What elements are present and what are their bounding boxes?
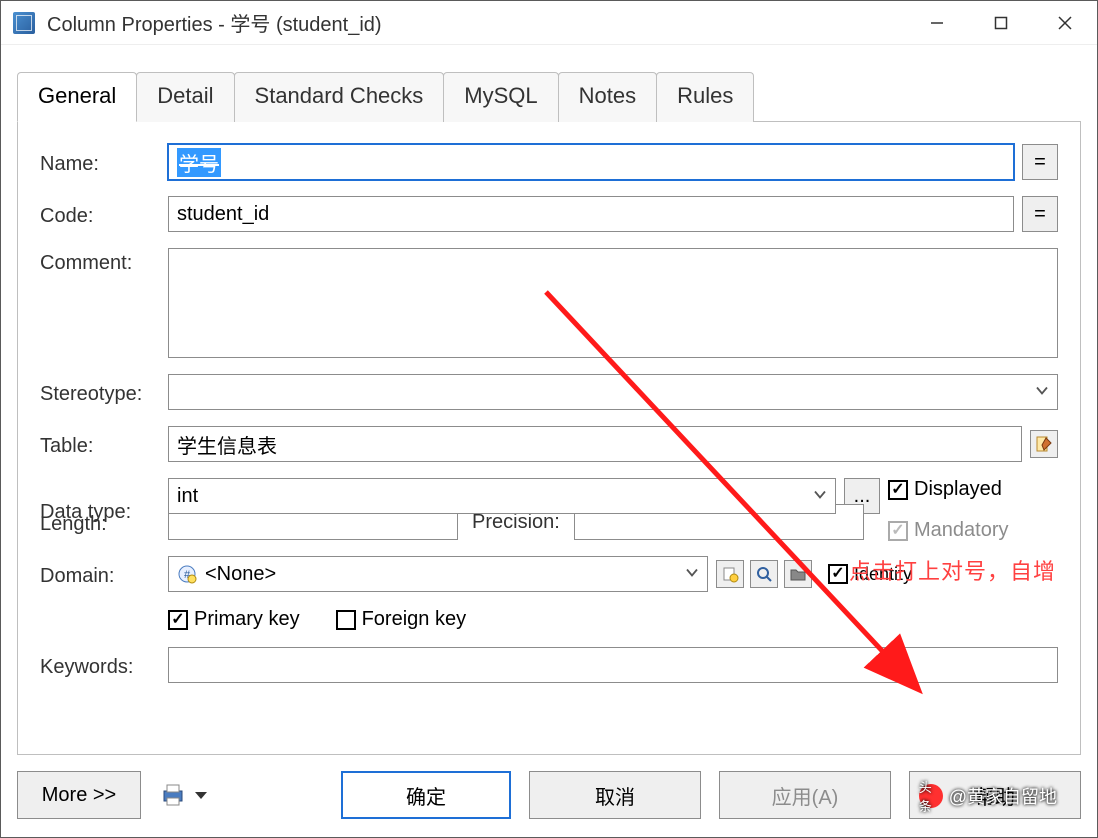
row-table: Table: (40, 426, 1058, 462)
tab-general[interactable]: General (17, 72, 137, 122)
data-type-value: int (177, 485, 198, 508)
app-icon (13, 12, 35, 34)
chevron-down-icon (1035, 381, 1049, 404)
dialog-content: General Detail Standard Checks MySQL Not… (1, 45, 1097, 837)
label-comment: Comment: (40, 248, 158, 275)
maximize-button[interactable] (969, 1, 1033, 44)
chevron-down-icon (813, 485, 827, 508)
tabs: General Detail Standard Checks MySQL Not… (17, 71, 1081, 122)
displayed-checkbox[interactable]: Displayed (888, 478, 1058, 501)
table-input[interactable] (168, 426, 1022, 462)
minimize-icon (930, 16, 944, 30)
tab-notes[interactable]: Notes (558, 72, 657, 122)
general-panel: Name: 学号 = Code: = Comment: (17, 122, 1081, 755)
row-name: Name: 学号 = (40, 144, 1058, 180)
chevron-down-icon (195, 792, 207, 799)
close-button[interactable] (1033, 1, 1097, 44)
table-properties-button[interactable] (1030, 430, 1058, 458)
tab-detail[interactable]: Detail (136, 72, 234, 122)
foreign-key-checkbox[interactable]: Foreign key (336, 608, 467, 631)
primary-key-checkbox[interactable]: Primary key (168, 608, 300, 631)
more-button[interactable]: More >> (17, 771, 141, 819)
close-icon (1057, 15, 1073, 31)
name-sync-button[interactable]: = (1022, 144, 1058, 180)
tab-rules[interactable]: Rules (656, 72, 754, 122)
keywords-input[interactable] (168, 647, 1058, 683)
window-title: Column Properties - 学号 (student_id) (47, 8, 905, 37)
domain-properties-button[interactable] (784, 560, 812, 588)
page-pencil-icon (1035, 435, 1053, 453)
code-input[interactable] (168, 196, 1014, 232)
ok-button[interactable]: 确定 (341, 771, 511, 819)
window-controls (905, 1, 1097, 44)
domain-find-button[interactable] (750, 560, 778, 588)
name-input-value: 学号 (177, 148, 221, 177)
label-code: Code: (40, 201, 158, 228)
titlebar: Column Properties - 学号 (student_id) (1, 1, 1097, 45)
magnify-icon (755, 565, 773, 583)
label-stereotype: Stereotype: (40, 379, 158, 406)
row-domain: Domain: # <None> Identity (40, 556, 1058, 592)
label-length: Length: (40, 509, 158, 536)
tab-standard-checks[interactable]: Standard Checks (234, 72, 445, 122)
row-stereotype: Stereotype: (40, 374, 1058, 410)
help-button[interactable]: 帮助 (909, 771, 1081, 819)
apply-button[interactable]: 应用(A) (719, 771, 891, 819)
domain-action-icons (716, 560, 812, 588)
row-keys: Primary key Foreign key (40, 608, 1058, 631)
folder-icon (789, 565, 807, 583)
code-sync-button[interactable]: = (1022, 196, 1058, 232)
data-type-combo[interactable]: int (168, 478, 836, 514)
chevron-down-icon (685, 563, 699, 586)
identity-checkbox[interactable]: Identity (828, 564, 912, 585)
row-comment: Comment: (40, 248, 1058, 358)
preview-dropdown-button[interactable] (159, 781, 207, 809)
minimize-button[interactable] (905, 1, 969, 44)
label-table: Table: (40, 431, 158, 458)
row-code: Code: = (40, 196, 1058, 232)
maximize-icon (994, 16, 1008, 30)
preview-icon (159, 781, 187, 809)
cancel-button[interactable]: 取消 (529, 771, 701, 819)
row-keywords: Keywords: (40, 647, 1058, 683)
dialog-window: Column Properties - 学号 (student_id) Gene… (0, 0, 1098, 838)
domain-value: <None> (205, 563, 276, 586)
label-domain: Domain: (40, 561, 158, 588)
dialog-footer: More >> 确定 取消 应用(A) 帮助 (17, 755, 1081, 819)
domain-icon: # (177, 564, 197, 584)
comment-input[interactable] (168, 248, 1058, 358)
tab-mysql[interactable]: MySQL (443, 72, 558, 122)
domain-new-button[interactable] (716, 560, 744, 588)
stereotype-combo[interactable] (168, 374, 1058, 410)
label-keywords: Keywords: (40, 652, 158, 679)
new-icon (721, 565, 739, 583)
label-name: Name: (40, 149, 158, 176)
domain-combo[interactable]: # <None> (168, 556, 708, 592)
name-input[interactable]: 学号 (168, 144, 1014, 180)
